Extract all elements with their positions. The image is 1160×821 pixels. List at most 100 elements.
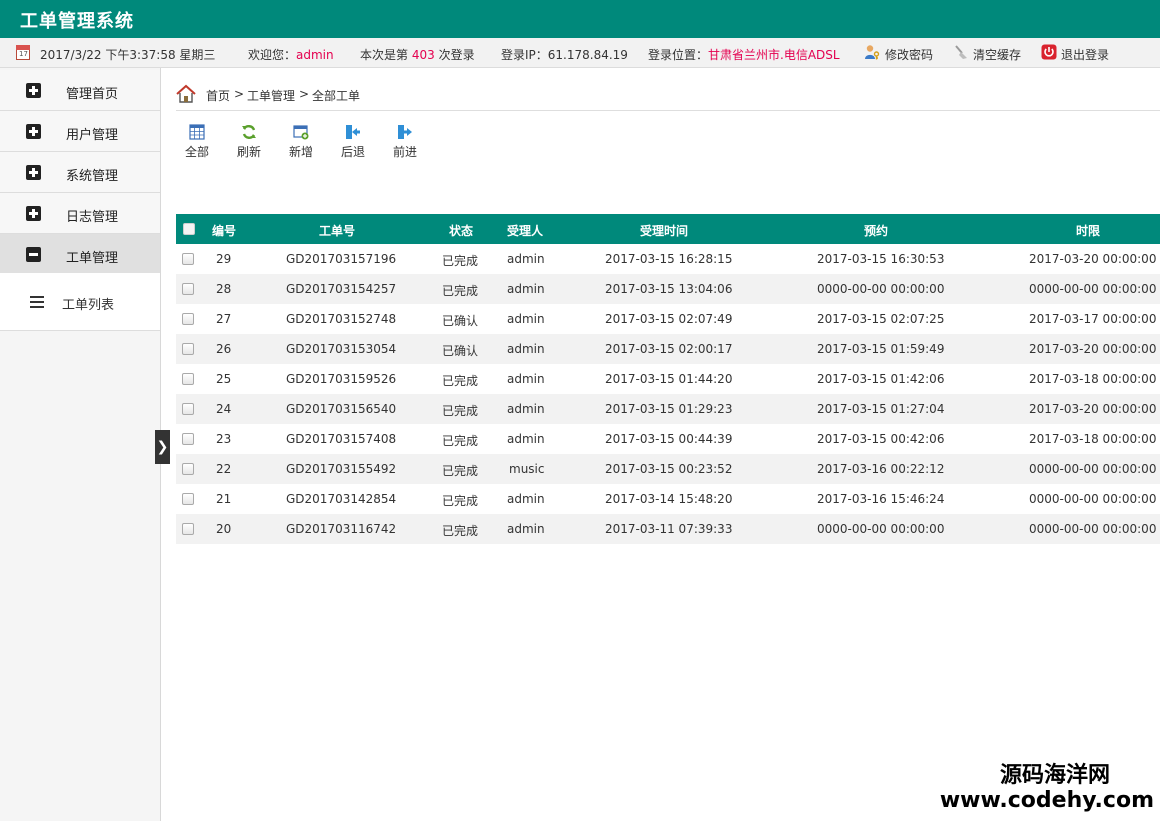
cell-id: 26 bbox=[216, 342, 232, 356]
cell-order-no: GD201703157196 bbox=[286, 252, 397, 266]
select-all-checkbox[interactable] bbox=[183, 223, 195, 235]
change-password-link[interactable]: 修改密码 bbox=[885, 46, 933, 63]
cell-id: 24 bbox=[216, 402, 232, 416]
clear-cache-link[interactable]: 清空缓存 bbox=[973, 46, 1021, 63]
cell-accept-time: 2017-03-15 02:07:49 bbox=[605, 312, 733, 326]
watermark: 源码海洋网 www.codehy.com bbox=[940, 763, 1154, 813]
cell-handler: admin bbox=[507, 312, 545, 326]
home-icon bbox=[176, 84, 196, 103]
cell-accept-time: 2017-03-15 16:28:15 bbox=[605, 252, 733, 266]
cell-accept-time: 2017-03-15 01:29:23 bbox=[605, 402, 733, 416]
forward-arrow-icon bbox=[398, 125, 412, 139]
cell-id: 21 bbox=[216, 492, 232, 506]
sidebar-toggle-button[interactable]: ❯ bbox=[155, 430, 170, 464]
expand-plus-icon bbox=[26, 83, 41, 98]
cell-deadline: 2017-03-17 00:00:00 bbox=[1029, 312, 1157, 326]
back-label: 后退 bbox=[340, 145, 365, 159]
table-row[interactable]: 29 GD201703157196 已完成 admin 2017-03-15 1… bbox=[176, 244, 1160, 274]
sidebar-subitem-label: 工单列表 bbox=[62, 298, 115, 313]
back-button[interactable]: 后退 bbox=[333, 124, 373, 160]
sidebar-item-work-orders[interactable]: 工单管理 bbox=[0, 234, 160, 275]
cell-deadline: 0000-00-00 00:00:00 bbox=[1029, 282, 1157, 296]
breadcrumb-work-orders-link[interactable]: 工单管理 bbox=[247, 87, 295, 104]
login-count: 403 bbox=[411, 48, 435, 62]
row-checkbox[interactable] bbox=[182, 283, 194, 295]
row-checkbox[interactable] bbox=[182, 373, 194, 385]
row-checkbox[interactable] bbox=[182, 313, 194, 325]
column-header-appointment[interactable]: 预约 bbox=[864, 222, 888, 239]
sidebar-item-system[interactable]: 系统管理 bbox=[0, 152, 160, 193]
app-header: 工单管理系统 bbox=[0, 0, 1160, 38]
row-checkbox[interactable] bbox=[182, 433, 194, 445]
login-ip: 登录IP：61.178.84.19 bbox=[501, 48, 628, 62]
column-header-accept-time[interactable]: 受理时间 bbox=[640, 222, 688, 239]
row-checkbox[interactable] bbox=[182, 493, 194, 505]
table-row[interactable]: 20 GD201703116742 已完成 admin 2017-03-11 0… bbox=[176, 514, 1160, 544]
cell-handler: music bbox=[509, 462, 545, 476]
current-datetime: 2017/3/22 下午3:37:58 星期三 bbox=[40, 48, 216, 62]
login-location: 登录位置：甘肃省兰州市.电信ADSL bbox=[648, 46, 840, 63]
table-row[interactable]: 24 GD201703156540 已完成 admin 2017-03-15 0… bbox=[176, 394, 1160, 424]
row-checkbox[interactable] bbox=[182, 403, 194, 415]
breadcrumb: 首页 > 工单管理 > 全部工单 bbox=[176, 84, 1160, 111]
column-header-id[interactable]: 编号 bbox=[212, 222, 236, 239]
cell-id: 29 bbox=[216, 252, 232, 266]
sidebar-item-home[interactable]: 管理首页 bbox=[0, 70, 160, 111]
sidebar-subitem-work-order-list[interactable]: 工单列表 bbox=[0, 273, 160, 331]
expand-plus-icon bbox=[26, 206, 41, 221]
table-row[interactable]: 25 GD201703159526 已完成 admin 2017-03-15 0… bbox=[176, 364, 1160, 394]
sidebar-item-users[interactable]: 用户管理 bbox=[0, 111, 160, 152]
add-button[interactable]: 新增 bbox=[281, 124, 321, 160]
cell-accept-time: 2017-03-15 01:44:20 bbox=[605, 372, 733, 386]
cell-handler: admin bbox=[507, 282, 545, 296]
cell-id: 23 bbox=[216, 432, 232, 446]
cell-order-no: GD201703155492 bbox=[286, 462, 397, 476]
refresh-button[interactable]: 刷新 bbox=[229, 124, 269, 160]
calendar-icon bbox=[16, 45, 30, 60]
watermark-site-name: 源码海洋网 bbox=[999, 763, 1110, 788]
logout-link[interactable]: 退出登录 bbox=[1061, 46, 1109, 63]
cell-accept-time: 2017-03-14 15:48:20 bbox=[605, 492, 733, 506]
cell-appointment: 2017-03-16 00:22:12 bbox=[817, 462, 945, 476]
show-all-button[interactable]: 全部 bbox=[177, 124, 217, 160]
table-row[interactable]: 28 GD201703154257 已完成 admin 2017-03-15 1… bbox=[176, 274, 1160, 304]
table-row[interactable]: 26 GD201703153054 已确认 admin 2017-03-15 0… bbox=[176, 334, 1160, 364]
cell-order-no: GD201703159526 bbox=[286, 372, 397, 386]
row-checkbox[interactable] bbox=[182, 343, 194, 355]
column-header-deadline[interactable]: 时限 bbox=[1076, 222, 1100, 239]
breadcrumb-home-link[interactable]: 首页 bbox=[206, 87, 230, 104]
cell-order-no: GD201703157408 bbox=[286, 432, 397, 446]
refresh-label: 刷新 bbox=[236, 145, 261, 159]
column-header-status[interactable]: 状态 bbox=[449, 222, 473, 239]
cell-accept-time: 2017-03-11 07:39:33 bbox=[605, 522, 733, 536]
table-row[interactable]: 22 GD201703155492 已完成 music 2017-03-15 0… bbox=[176, 454, 1160, 484]
login-count-prefix: 本次是第 bbox=[360, 48, 409, 62]
table-row[interactable]: 21 GD201703142854 已完成 admin 2017-03-14 1… bbox=[176, 484, 1160, 514]
power-icon bbox=[1041, 44, 1057, 60]
cell-deadline: 0000-00-00 00:00:00 bbox=[1029, 462, 1157, 476]
login-location-label: 登录位置： bbox=[648, 48, 709, 62]
sidebar-item-label: 用户管理 bbox=[66, 128, 119, 143]
cell-order-no: GD201703142854 bbox=[286, 492, 397, 506]
welcome-label: 欢迎您： bbox=[248, 48, 297, 62]
cell-appointment: 2017-03-15 01:42:06 bbox=[817, 372, 945, 386]
back-arrow-icon bbox=[346, 125, 360, 139]
forward-button[interactable]: 前进 bbox=[385, 124, 425, 160]
login-count-suffix: 次登录 bbox=[438, 48, 475, 62]
column-header-handler[interactable]: 受理人 bbox=[507, 222, 543, 239]
user-key-icon bbox=[865, 45, 880, 60]
cell-status: 已完成 bbox=[442, 374, 479, 388]
welcome-text: 欢迎您：admin bbox=[248, 46, 334, 63]
sidebar: 管理首页 用户管理 系统管理 日志管理 工单管理 工单列表 bbox=[0, 68, 161, 821]
row-checkbox[interactable] bbox=[182, 523, 194, 535]
cell-accept-time: 2017-03-15 13:04:06 bbox=[605, 282, 733, 296]
row-checkbox[interactable] bbox=[182, 463, 194, 475]
cell-appointment: 2017-03-15 02:07:25 bbox=[817, 312, 945, 326]
row-checkbox[interactable] bbox=[182, 253, 194, 265]
cell-handler: admin bbox=[507, 522, 545, 536]
table-row[interactable]: 23 GD201703157408 已完成 admin 2017-03-15 0… bbox=[176, 424, 1160, 454]
sidebar-item-logs[interactable]: 日志管理 bbox=[0, 193, 160, 234]
cell-deadline: 0000-00-00 00:00:00 bbox=[1029, 492, 1157, 506]
table-row[interactable]: 27 GD201703152748 已确认 admin 2017-03-15 0… bbox=[176, 304, 1160, 334]
column-header-order-no[interactable]: 工单号 bbox=[319, 222, 355, 239]
